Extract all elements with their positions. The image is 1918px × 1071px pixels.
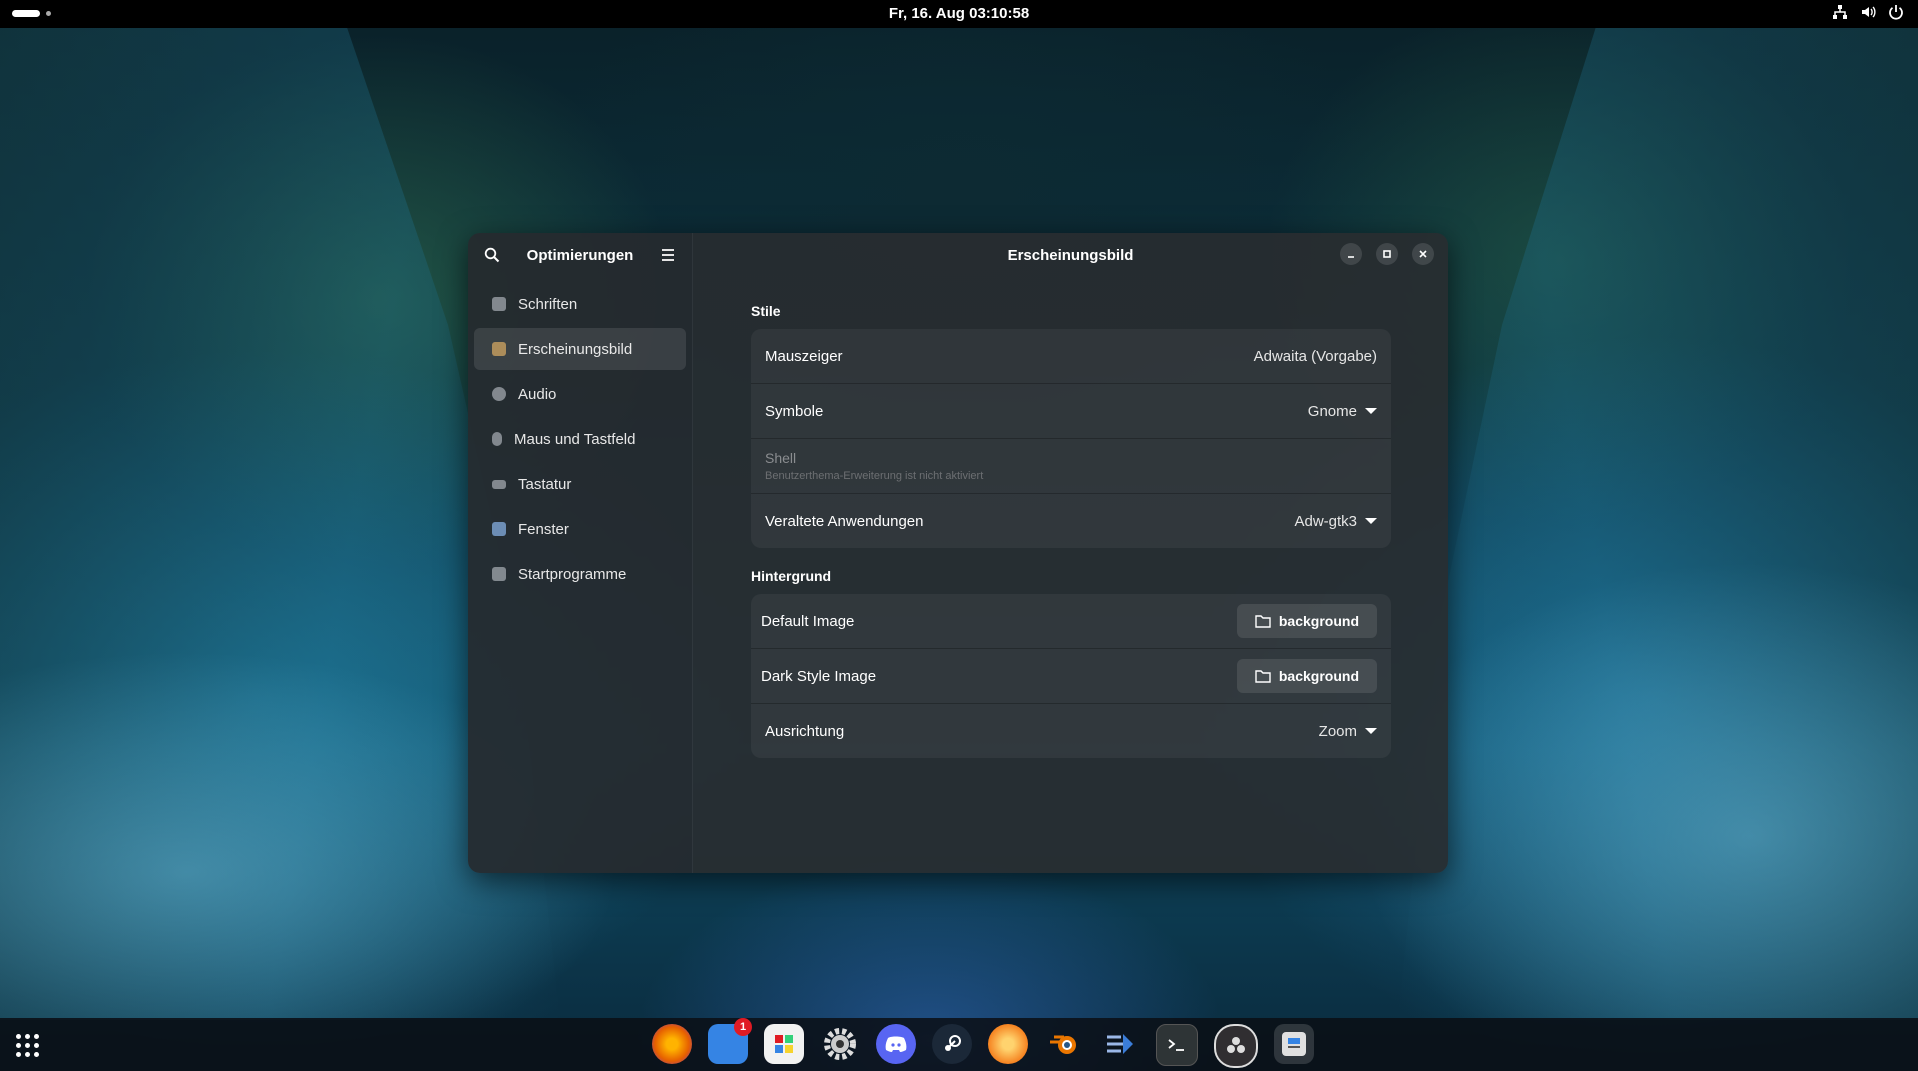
sidebar-item-label: Maus und Tastfeld [514,430,636,448]
section-title-stile: Stile [751,303,781,319]
symbole-dropdown[interactable]: Gnome [1308,403,1377,420]
blender-icon[interactable] [1044,1024,1084,1064]
system-tray[interactable] [1832,4,1904,24]
row-label: Default Image [761,612,855,630]
page-title: Erscheinungsbild [1007,246,1134,264]
hamburger-menu-icon [662,249,674,261]
dock: 1 [0,1018,1918,1071]
row-dark-style-image: Dark Style Image background [751,649,1391,704]
firefox-icon[interactable] [652,1024,692,1064]
volume-icon[interactable] [1860,4,1876,24]
row-label: Dark Style Image [761,667,877,685]
mauszeiger-value[interactable]: Adwaita (Vorgabe) [1254,348,1377,365]
audio-icon [492,387,506,401]
window-controls [1340,243,1434,265]
sidebar-item-erscheinungsbild[interactable]: Erscheinungsbild [474,328,686,370]
appearance-icon [492,342,506,356]
sidebar-list: Schriften Erscheinungsbild Audio Maus un… [468,277,692,604]
section-title-hintergrund: Hintergrund [751,568,832,584]
tweaks-window: Optimierungen Schriften Erscheinungsbild… [468,233,1448,873]
button-label: background [1278,613,1359,629]
group-hintergrund: Default Image background Dark Style Imag… [751,594,1391,758]
main-pane: Erscheinungsbild Stile Mauszeiger Adwait… [693,233,1448,873]
content: Stile Mauszeiger Adwaita (Vorgabe) Symbo… [751,303,1391,778]
sidebar-header: Optimierungen [468,233,692,277]
blue-app-icon[interactable] [1100,1024,1140,1064]
sidebar-item-label: Fenster [518,520,569,538]
close-icon [1419,250,1427,258]
sidebar-item-maus[interactable]: Maus und Tastfeld [474,418,686,460]
row-label: Symbole [765,402,824,420]
default-image-button[interactable]: background [1236,604,1377,638]
row-subtitle: Benutzerthema-Erweiterung ist nicht akti… [765,470,984,482]
show-apps-button[interactable] [16,1034,39,1057]
tweaks-app-icon[interactable] [1274,1024,1314,1064]
button-label: background [1278,668,1359,684]
discord-icon[interactable] [876,1024,916,1064]
row-symbole[interactable]: Symbole Gnome [751,384,1391,439]
search-icon [484,247,500,263]
sidebar-item-startprogramme[interactable]: Startprogramme [474,553,686,595]
dark-image-button[interactable]: background [1236,659,1377,693]
veraltete-value: Adw-gtk3 [1294,512,1357,530]
obs-icon[interactable] [1214,1024,1258,1068]
sidebar-item-label: Schriften [518,295,578,313]
maximize-button[interactable] [1376,243,1398,265]
close-button[interactable] [1412,243,1434,265]
row-label: Veraltete Anwendungen [765,512,924,530]
row-veraltete-anwendungen[interactable]: Veraltete Anwendungen Adw-gtk3 [751,494,1391,548]
row-ausrichtung[interactable]: Ausrichtung Zoom [751,704,1391,758]
clock[interactable]: Fr, 16. Aug 03:10:58 [0,0,1918,28]
folder-icon [1255,615,1271,628]
chevron-down-icon [1365,408,1377,414]
minimize-button[interactable] [1340,243,1362,265]
notification-badge: 1 [734,1018,752,1036]
network-icon[interactable] [1832,4,1848,24]
window-icon [492,522,506,536]
dock-apps: 1 [652,1018,1314,1068]
keyboard-icon [492,479,506,489]
group-stile: Mauszeiger Adwaita (Vorgabe) Symbole Gno… [751,329,1391,548]
row-default-image: Default Image background [751,594,1391,649]
terminal-icon[interactable] [1156,1024,1198,1066]
sidebar-item-label: Tastatur [518,475,572,493]
steam-icon[interactable] [932,1024,972,1064]
folder-icon [1255,670,1271,683]
ausrichtung-dropdown[interactable]: Zoom [1319,723,1377,740]
search-button[interactable] [478,241,506,269]
orange-app-icon[interactable] [988,1024,1028,1064]
veraltete-dropdown[interactable]: Adw-gtk3 [1294,513,1377,530]
top-bar: Fr, 16. Aug 03:10:58 [0,0,1918,28]
sidebar-item-fenster[interactable]: Fenster [474,508,686,550]
startup-icon [492,567,506,581]
sidebar-item-tastatur[interactable]: Tastatur [474,463,686,505]
sidebar-item-audio[interactable]: Audio [474,373,686,415]
power-icon[interactable] [1888,4,1904,24]
main-menu-button[interactable] [654,241,682,269]
row-label: Shell [765,450,797,466]
mouse-icon [492,432,502,446]
row-label: Ausrichtung [765,722,845,740]
row-shell: Shell Benutzerthema-Erweiterung ist nich… [751,439,1391,494]
sidebar-item-label: Startprogramme [518,565,627,583]
chevron-down-icon [1365,728,1377,734]
chevron-down-icon [1365,518,1377,524]
main-header: Erscheinungsbild [693,233,1448,277]
sidebar-item-schriften[interactable]: Schriften [474,283,686,325]
sidebar-item-label: Audio [518,385,557,403]
notes-app-icon[interactable]: 1 [708,1018,752,1064]
row-mauszeiger[interactable]: Mauszeiger Adwaita (Vorgabe) [751,329,1391,384]
sidebar: Optimierungen Schriften Erscheinungsbild… [468,233,693,873]
symbole-value: Gnome [1307,402,1357,420]
sidebar-item-label: Erscheinungsbild [518,340,633,358]
row-label: Mauszeiger [765,347,843,365]
maximize-icon [1383,250,1391,258]
font-icon [492,297,506,311]
ausrichtung-value: Zoom [1318,722,1357,740]
minimize-icon [1348,256,1354,258]
settings-gear-icon[interactable] [820,1024,860,1064]
software-store-icon[interactable] [764,1024,804,1064]
